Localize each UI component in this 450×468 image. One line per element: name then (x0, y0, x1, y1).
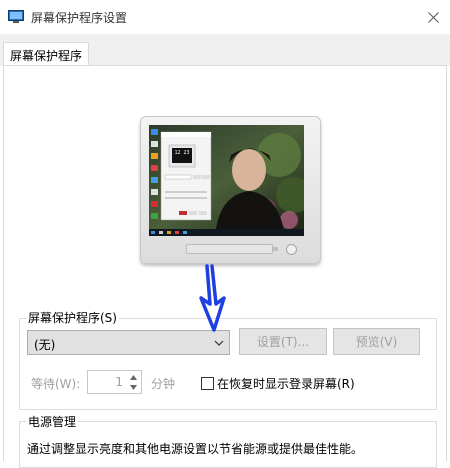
power-group-label: 电源管理 (26, 413, 79, 430)
close-button[interactable] (416, 0, 450, 34)
title-bar: 屏幕保护程序设置 (0, 0, 450, 34)
tab-label: 屏幕保护程序 (10, 48, 83, 63)
window-title: 屏幕保护程序设置 (31, 11, 128, 25)
resume-login-checkbox[interactable] (201, 377, 214, 390)
stepper-up-button[interactable] (126, 372, 140, 382)
preview-screen: 12 23 (149, 125, 304, 236)
close-icon (427, 11, 439, 23)
caret-down-icon (129, 384, 137, 390)
annotation-arrow-icon (199, 264, 226, 332)
resume-login-label[interactable]: 在恢复时显示登录屏幕(R) (217, 375, 355, 392)
wait-value: 1 (115, 375, 123, 389)
wait-label: 等待(W): (31, 377, 81, 391)
screensaver-group-label: 屏幕保护程序(S) (26, 309, 119, 326)
monitor-stand (186, 244, 273, 254)
monitor-foot (272, 247, 278, 251)
tab-strip: 屏幕保护程序 (0, 34, 450, 67)
power-description: 通过调整显示亮度和其他电源设置以节省能源或提供最佳性能。 (27, 442, 364, 456)
settings-button-label: 设置(T)... (256, 335, 310, 349)
power-indicator-icon (286, 244, 297, 255)
wait-stepper[interactable]: 1 (87, 370, 142, 394)
tab-screensaver[interactable]: 屏幕保护程序 (3, 42, 90, 67)
settings-button[interactable]: 设置(T)... (239, 328, 327, 355)
stepper-down-button[interactable] (126, 382, 140, 392)
monitor-preview: 12 23 (140, 116, 321, 266)
screensaver-selected-value: (无) (34, 338, 56, 352)
preview-button[interactable]: 预览(V) (333, 328, 420, 355)
caret-up-icon (129, 374, 137, 380)
preview-clock: 12 23 (174, 150, 190, 156)
chevron-down-icon (214, 340, 224, 346)
wait-unit-label: 分钟 (151, 377, 176, 391)
preview-button-label: 预览(V) (355, 335, 398, 349)
desktop-wallpaper-image (149, 125, 304, 236)
screensaver-app-icon (8, 10, 24, 23)
